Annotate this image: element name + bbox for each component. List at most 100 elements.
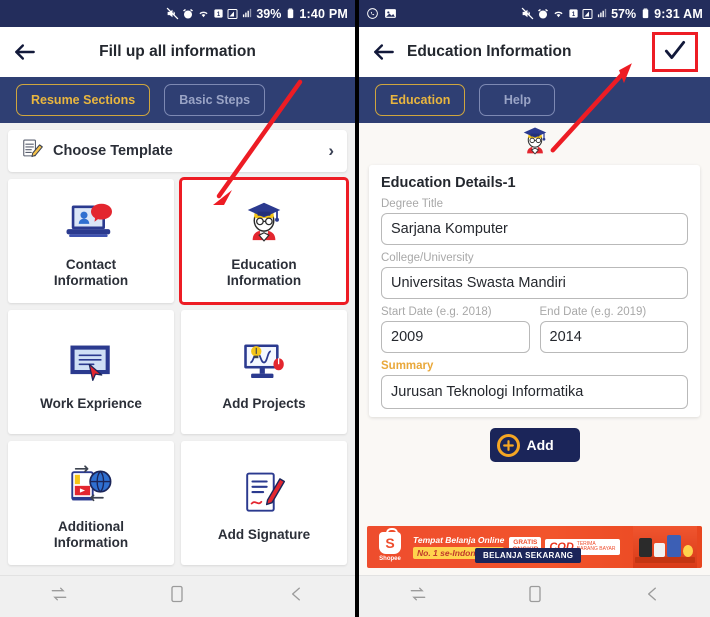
form-title: Education Details-1 [381, 175, 516, 191]
graduate-avatar [359, 123, 710, 165]
clock-time: 9:31 AM [654, 6, 703, 21]
wifi-icon [552, 7, 565, 20]
chevron-right-icon[interactable]: › [328, 141, 334, 161]
grid-item-work-experience[interactable]: Work Exprience [8, 310, 174, 434]
clock-time: 1:40 PM [299, 6, 348, 21]
left-tab-strip: Resume Sections Basic Steps [0, 77, 355, 123]
graduate-icon [517, 125, 553, 163]
wifi-icon [197, 7, 210, 20]
battery-icon [285, 7, 296, 20]
ad-brand-label: Shopee [379, 556, 401, 562]
right-status-bar: 1 57% 9:31 AM [359, 0, 710, 27]
back-icon[interactable] [286, 584, 306, 609]
summary-input[interactable]: Jurusan Teknologi Informatika [381, 375, 688, 409]
signature-icon [241, 463, 287, 523]
signal-bars-icon [227, 8, 239, 20]
end-date-label: End Date (e.g. 2019) [539, 306, 647, 318]
alarm-icon [537, 8, 549, 20]
grid-item-label: Add Signature [217, 527, 311, 543]
ad-line1: Tempat Belanja Online [413, 535, 505, 545]
grid-item-label: Work Exprience [40, 396, 142, 412]
tab-basic-steps[interactable]: Basic Steps [164, 84, 266, 116]
degree-title-input[interactable]: Sarjana Komputer [381, 213, 688, 245]
college-university-input[interactable]: Universitas Swasta Mandiri [381, 267, 688, 299]
document-cursor-icon [66, 332, 116, 392]
back-arrow-icon[interactable] [371, 39, 397, 65]
grid-item-add-signature[interactable]: Add Signature [181, 441, 347, 565]
right-navigation-bar [359, 575, 710, 617]
grid-item-label: Contact Information [53, 257, 129, 288]
screenshot-stage: 1 39% 1:40 PM Fill up all information Re… [0, 0, 710, 617]
ad-banner-shopee[interactable]: S Shopee Tempat Belanja Online No. 1 se-… [367, 526, 702, 568]
laptop-contact-icon [63, 193, 119, 253]
sim1-icon: 1 [568, 8, 579, 19]
grid-item-label: Add Projects [222, 396, 306, 412]
ad-product-image [633, 526, 697, 568]
shopee-bag-icon: S [379, 528, 401, 554]
end-date-input[interactable]: 2014 [539, 321, 688, 353]
left-content-area: Choose Template › Contact Information Ed… [0, 123, 355, 575]
education-details-card: Education Details-1 Degree Title Sarjana… [369, 165, 700, 417]
shopee-logo: S Shopee [372, 528, 408, 562]
right-status-notifications [366, 7, 397, 20]
battery-percent: 57% [611, 6, 637, 21]
summary-label: Summary [381, 360, 434, 372]
college-university-label: College/University [381, 252, 474, 264]
add-button[interactable]: Add [489, 428, 580, 462]
right-status-icons: 1 57% 9:31 AM [521, 7, 703, 21]
start-date-label: Start Date (e.g. 2018) [381, 306, 492, 318]
screenshot-icon [384, 7, 397, 20]
ad-cta-button[interactable]: BELANJA SEKARANG [475, 548, 582, 563]
right-tab-strip: Education Help [359, 77, 710, 123]
tab-education[interactable]: Education [375, 84, 466, 116]
monitor-idea-icon [239, 332, 289, 392]
date-row: Start Date (e.g. 2018) 2009 End Date (e.… [381, 306, 688, 360]
mute-icon [166, 7, 179, 20]
grid-item-label: Additional Information [53, 519, 129, 550]
right-phone-screen: 1 57% 9:31 AM Education Information Educ… [355, 0, 710, 617]
back-icon[interactable] [642, 584, 662, 609]
battery-icon [640, 7, 651, 20]
tab-help[interactable]: Help [479, 84, 556, 116]
left-phone-screen: 1 39% 1:40 PM Fill up all information Re… [0, 0, 355, 617]
book-globe-icon [65, 455, 117, 515]
left-app-bar: Fill up all information [0, 27, 355, 77]
grid-item-label: Education Information [226, 257, 302, 288]
signal-icon [242, 8, 253, 19]
graduate-icon [238, 193, 290, 253]
home-icon[interactable] [525, 584, 545, 609]
grid-item-additional-information[interactable]: Additional Information [8, 441, 174, 565]
signal-bars-icon [582, 8, 594, 20]
note-pencil-icon [21, 138, 43, 165]
battery-percent: 39% [256, 6, 282, 21]
add-button-label: Add [526, 437, 554, 453]
choose-template-row[interactable]: Choose Template › [8, 130, 347, 172]
choose-template-label: Choose Template [53, 143, 173, 159]
alarm-icon [182, 8, 194, 20]
confirm-button[interactable] [652, 32, 698, 72]
home-icon[interactable] [167, 584, 187, 609]
left-navigation-bar [0, 575, 355, 617]
back-arrow-icon[interactable] [12, 39, 38, 65]
grid-item-contact-information[interactable]: Contact Information [8, 179, 174, 303]
grid-item-add-projects[interactable]: Add Projects [181, 310, 347, 434]
start-date-input[interactable]: 2009 [381, 321, 530, 353]
plus-circle-icon [496, 433, 520, 457]
sim1-icon: 1 [213, 8, 224, 19]
signal-icon [597, 8, 608, 19]
page-title: Fill up all information [99, 43, 256, 60]
ad-cod-sub: TERIMA BARANG BAYAR [576, 540, 616, 552]
recents-icon[interactable] [49, 584, 69, 609]
recents-icon[interactable] [408, 584, 428, 609]
right-content-area: Education Details-1 Degree Title Sarjana… [359, 123, 710, 575]
left-status-icons: 1 39% 1:40 PM [166, 7, 348, 21]
add-button-wrap: Add [359, 428, 710, 462]
sections-grid: Contact Information Education Informatio… [8, 177, 349, 565]
left-status-bar: 1 39% 1:40 PM [0, 0, 355, 27]
mute-icon [521, 7, 534, 20]
tab-resume-sections[interactable]: Resume Sections [16, 84, 151, 116]
page-title: Education Information [407, 43, 572, 60]
check-icon [662, 37, 688, 68]
degree-title-label: Degree Title [381, 198, 444, 210]
grid-item-education-information[interactable]: Education Information [179, 177, 349, 305]
